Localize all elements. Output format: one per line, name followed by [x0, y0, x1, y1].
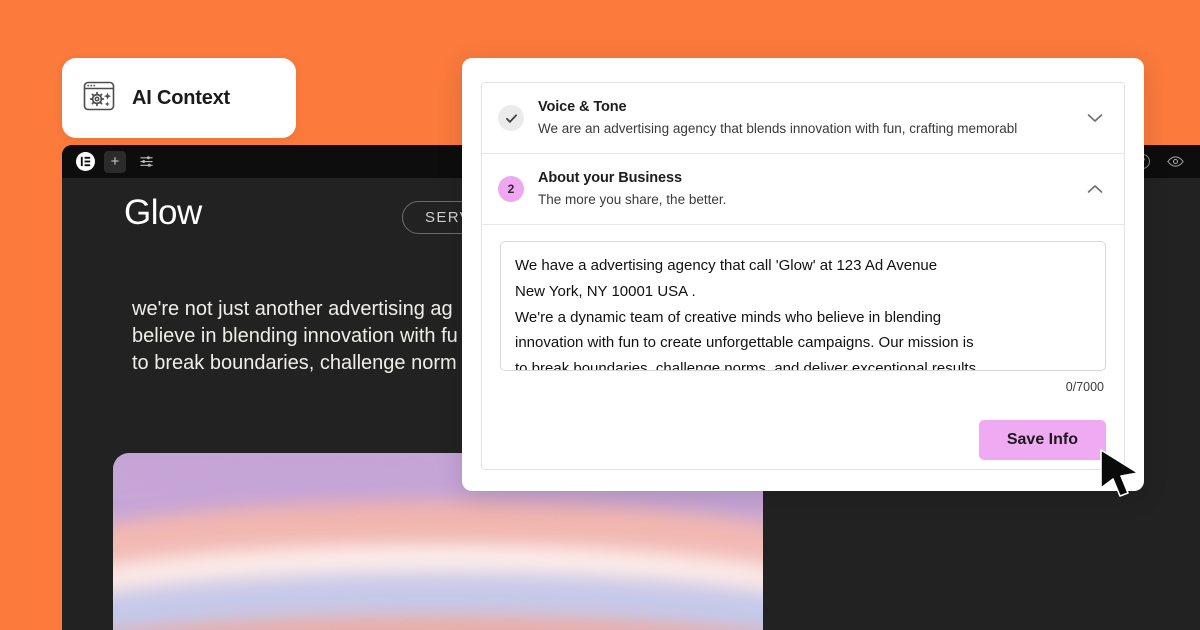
- step-number-badge: 2: [498, 176, 524, 202]
- accordion-row-text: Voice & Tone We are an advertising agenc…: [538, 97, 1070, 139]
- section-subtitle: The more you share, the better.: [538, 191, 727, 207]
- section-title: Voice & Tone: [538, 99, 627, 115]
- eye-icon[interactable]: [1164, 151, 1186, 173]
- accordion-row-voice-tone[interactable]: Voice & Tone We are an advertising agenc…: [482, 83, 1124, 154]
- screenshot-root: + ?: [0, 0, 1200, 630]
- about-business-body: 0/7000 Save Info: [482, 225, 1124, 460]
- sliders-icon[interactable]: [135, 151, 157, 173]
- elementor-logo-icon[interactable]: [76, 152, 95, 171]
- section-title: About your Business: [538, 170, 682, 186]
- ai-context-panel: Voice & Tone We are an advertising agenc…: [462, 58, 1144, 491]
- save-row: Save Info: [500, 420, 1106, 460]
- accordion-row-text: About your Business The more you share, …: [538, 168, 1070, 210]
- plus-icon: +: [110, 153, 120, 170]
- chevron-down-icon[interactable]: [1084, 107, 1106, 129]
- section-subtitle: We are an advertising agency that blends…: [538, 120, 1018, 136]
- chevron-up-icon[interactable]: [1084, 178, 1106, 200]
- check-icon: [498, 105, 524, 131]
- ai-settings-window-icon: [82, 79, 116, 118]
- add-element-button[interactable]: +: [104, 150, 126, 173]
- ai-context-chip[interactable]: AI Context: [62, 58, 296, 138]
- mouse-pointer-icon: [1098, 448, 1144, 503]
- accordion-row-about-business[interactable]: 2 About your Business The more you share…: [482, 154, 1124, 225]
- accordion-container: Voice & Tone We are an advertising agenc…: [481, 82, 1125, 470]
- ai-context-label: AI Context: [132, 86, 231, 109]
- business-description-textarea[interactable]: [500, 241, 1106, 371]
- save-info-button[interactable]: Save Info: [978, 420, 1106, 460]
- character-counter: 0/7000: [1065, 380, 1104, 394]
- site-logo: Glow: [124, 193, 202, 232]
